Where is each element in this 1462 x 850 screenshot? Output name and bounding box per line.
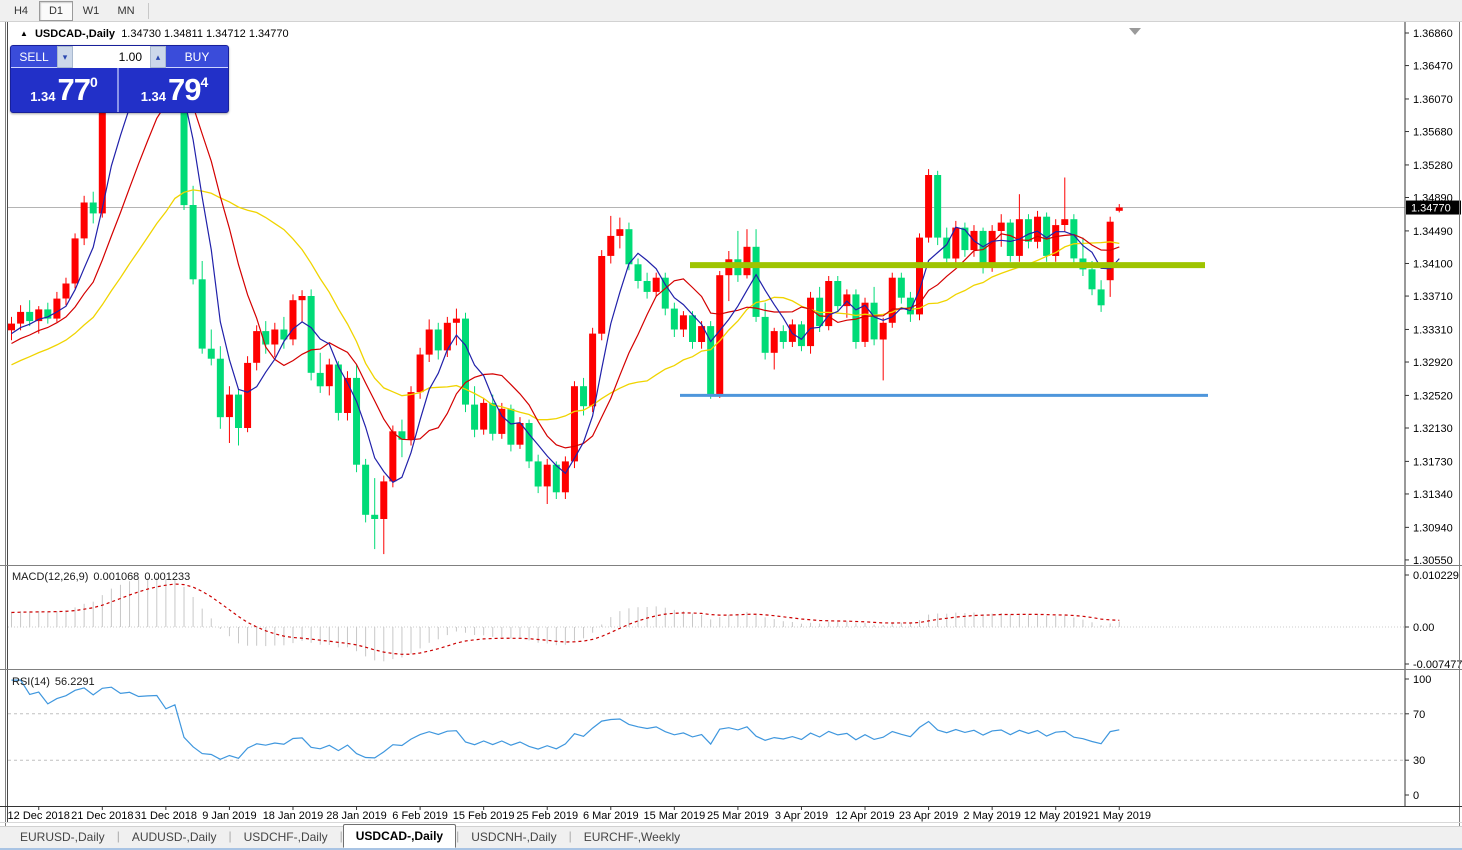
chart-tab-eurusd[interactable]: EURUSD-,Daily: [8, 826, 117, 848]
svg-text:12 Dec 2018: 12 Dec 2018: [8, 810, 70, 822]
svg-text:1.32130: 1.32130: [1413, 423, 1453, 435]
trade-controls-row: SELL ▾ ▴ BUY: [11, 46, 228, 68]
buy-price-prefix: 1.34: [141, 89, 166, 104]
chart-shift-marker-icon[interactable]: [1129, 28, 1141, 35]
svg-text:12 May 2019: 12 May 2019: [1024, 810, 1088, 822]
svg-text:9 Jan 2019: 9 Jan 2019: [202, 810, 256, 822]
sell-button[interactable]: SELL: [11, 46, 57, 68]
svg-text:15 Mar 2019: 15 Mar 2019: [643, 810, 705, 822]
chart-ohlc-header: ▲ USDCAD-,Daily 1.34730 1.34811 1.34712 …: [20, 28, 289, 42]
svg-text:1.35280: 1.35280: [1413, 160, 1453, 172]
svg-text:21 May 2019: 21 May 2019: [1087, 810, 1151, 822]
ma-slow-line: [12, 190, 1120, 420]
macd-name: MACD(12,26,9): [12, 571, 88, 583]
one-click-trade-panel: SELL ▾ ▴ BUY 1.34 77 0 1.34 79 4: [10, 45, 229, 113]
sell-price-big: 77: [58, 72, 90, 108]
svg-text:30: 30: [1413, 755, 1425, 767]
svg-text:31 Dec 2018: 31 Dec 2018: [135, 810, 197, 822]
volume-increase-button[interactable]: ▴: [150, 46, 166, 68]
symbol-title: USDCAD-,Daily: [35, 28, 115, 40]
svg-text:1.31340: 1.31340: [1413, 489, 1453, 501]
svg-text:1.33310: 1.33310: [1413, 325, 1453, 337]
buy-button[interactable]: BUY: [166, 46, 228, 68]
macd-label: MACD(12,26,9) 0.001068 0.001233: [12, 571, 195, 583]
svg-text:15 Feb 2019: 15 Feb 2019: [453, 810, 515, 822]
svg-text:25 Mar 2019: 25 Mar 2019: [707, 810, 769, 822]
svg-text:1.31730: 1.31730: [1413, 456, 1453, 468]
candles-layer: [8, 50, 1123, 554]
chart-tabs: EURUSD-,Daily|AUDUSD-,Daily|USDCHF-,Dail…: [8, 824, 692, 848]
svg-text:1.36070: 1.36070: [1413, 94, 1453, 106]
chart-tab-usdchf[interactable]: USDCHF-,Daily: [232, 826, 340, 848]
svg-text:1.30940: 1.30940: [1413, 522, 1453, 534]
svg-text:1.34490: 1.34490: [1413, 226, 1453, 238]
svg-text:0.00: 0.00: [1413, 622, 1434, 634]
timeframe-button-h4[interactable]: H4: [4, 1, 38, 21]
collapse-quote-icon[interactable]: ▲: [20, 29, 28, 38]
macd-value-main: 0.001068: [93, 571, 139, 583]
svg-text:2 May 2019: 2 May 2019: [963, 810, 1020, 822]
svg-text:1.35680: 1.35680: [1413, 127, 1453, 139]
rsi-panel-splitter[interactable]: [0, 669, 1462, 670]
svg-text:6 Mar 2019: 6 Mar 2019: [583, 810, 639, 822]
mt4-terminal: 1.368601.364701.360701.356801.352801.348…: [0, 0, 1462, 850]
toolbar-divider: [148, 3, 149, 19]
chart-tab-eurchf[interactable]: EURCHF-,Weekly: [572, 826, 692, 848]
time-axis-line: [0, 806, 1462, 807]
sell-price-pip: 0: [90, 74, 98, 90]
window-right-border: [1459, 22, 1460, 850]
svg-text:1.34100: 1.34100: [1413, 259, 1453, 271]
timeframe-button-d1[interactable]: D1: [39, 1, 73, 21]
volume-input[interactable]: [73, 46, 150, 68]
svg-text:3 Apr 2019: 3 Apr 2019: [775, 810, 828, 822]
chart-tab-usdcnh[interactable]: USDCNH-,Daily: [459, 826, 568, 848]
chart-left-border: [7, 22, 8, 822]
svg-text:1.32520: 1.32520: [1413, 390, 1453, 402]
svg-text:100: 100: [1413, 674, 1431, 686]
price-divider: [117, 68, 119, 112]
macd-histogram: [12, 577, 1120, 661]
ohlc-values: 1.34730 1.34811 1.34712 1.34770: [121, 28, 288, 40]
rsi-label: RSI(14) 56.2291: [12, 676, 100, 688]
macd-value-signal: 0.001233: [144, 571, 190, 583]
time-axis-labels: 12 Dec 201821 Dec 201831 Dec 2018 9 Jan 2…: [8, 806, 1152, 822]
svg-text:28 Jan 2019: 28 Jan 2019: [326, 810, 387, 822]
buy-price[interactable]: 1.34 79 4: [121, 68, 228, 112]
timeframe-buttons: H4D1W1MN: [4, 1, 144, 21]
buy-price-pip: 4: [201, 74, 209, 90]
svg-text:1.34770: 1.34770: [1411, 203, 1451, 215]
ma-fast-line: [12, 71, 1120, 483]
timeframe-button-w1[interactable]: W1: [74, 1, 108, 21]
volume-decrease-button[interactable]: ▾: [57, 46, 73, 68]
timeframe-button-mn[interactable]: MN: [109, 1, 143, 21]
svg-text:70: 70: [1413, 709, 1425, 721]
chart-canvas[interactable]: 1.368601.364701.360701.356801.352801.348…: [0, 0, 1462, 850]
window-left-border: [5, 22, 6, 850]
rsi-name: RSI(14): [12, 676, 50, 688]
svg-text:1.36860: 1.36860: [1413, 28, 1453, 40]
svg-text:0: 0: [1413, 790, 1419, 802]
chart-tab-bar: EURUSD-,Daily|AUDUSD-,Daily|USDCHF-,Dail…: [0, 826, 1462, 848]
svg-text:12 Apr 2019: 12 Apr 2019: [835, 810, 894, 822]
svg-text:1.32920: 1.32920: [1413, 357, 1453, 369]
sell-price[interactable]: 1.34 77 0: [11, 68, 117, 112]
chart-tab-audusd[interactable]: AUDUSD-,Daily: [120, 826, 229, 848]
svg-text:6 Feb 2019: 6 Feb 2019: [392, 810, 448, 822]
rsi-value: 56.2291: [55, 676, 95, 688]
svg-text:23 Apr 2019: 23 Apr 2019: [899, 810, 958, 822]
svg-text:1.33710: 1.33710: [1413, 291, 1453, 303]
sell-price-prefix: 1.34: [30, 89, 55, 104]
chart-tab-usdcad[interactable]: USDCAD-,Daily: [343, 824, 456, 848]
svg-text:21 Dec 2018: 21 Dec 2018: [71, 810, 133, 822]
timeframe-toolbar: H4D1W1MN: [0, 0, 1462, 22]
svg-text:1.36470: 1.36470: [1413, 61, 1453, 73]
svg-text:18 Jan 2019: 18 Jan 2019: [263, 810, 324, 822]
svg-text:25 Feb 2019: 25 Feb 2019: [516, 810, 578, 822]
macd-panel-splitter[interactable]: [0, 565, 1462, 566]
rsi-line: [12, 680, 1120, 759]
svg-text:0.010229: 0.010229: [1413, 570, 1459, 582]
trade-prices-row: 1.34 77 0 1.34 79 4: [11, 68, 228, 112]
scroll-strip: [0, 822, 1462, 823]
buy-price-big: 79: [168, 72, 200, 108]
